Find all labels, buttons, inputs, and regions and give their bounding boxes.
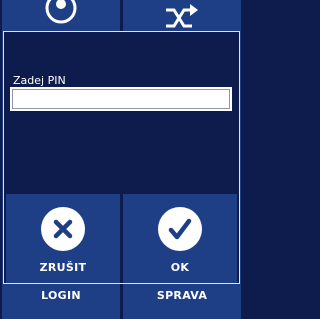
pin-dialog: Zadej PIN ZRUŠIT OK: [3, 31, 240, 284]
close-icon: [41, 207, 85, 251]
pin-input[interactable]: [10, 87, 232, 111]
ok-button-label: OK: [170, 261, 190, 274]
checkmark-icon: [158, 207, 202, 251]
ok-button[interactable]: OK: [123, 194, 237, 283]
cancel-button[interactable]: ZRUŠIT: [6, 194, 120, 283]
cancel-button-label: ZRUŠIT: [39, 261, 87, 274]
pin-label: Zadej PIN: [13, 74, 66, 87]
tile-sprava-label: SPRAVA: [156, 289, 208, 302]
tile-login-label: LOGIN: [41, 289, 81, 302]
shuffle-icon: [123, 0, 241, 34]
